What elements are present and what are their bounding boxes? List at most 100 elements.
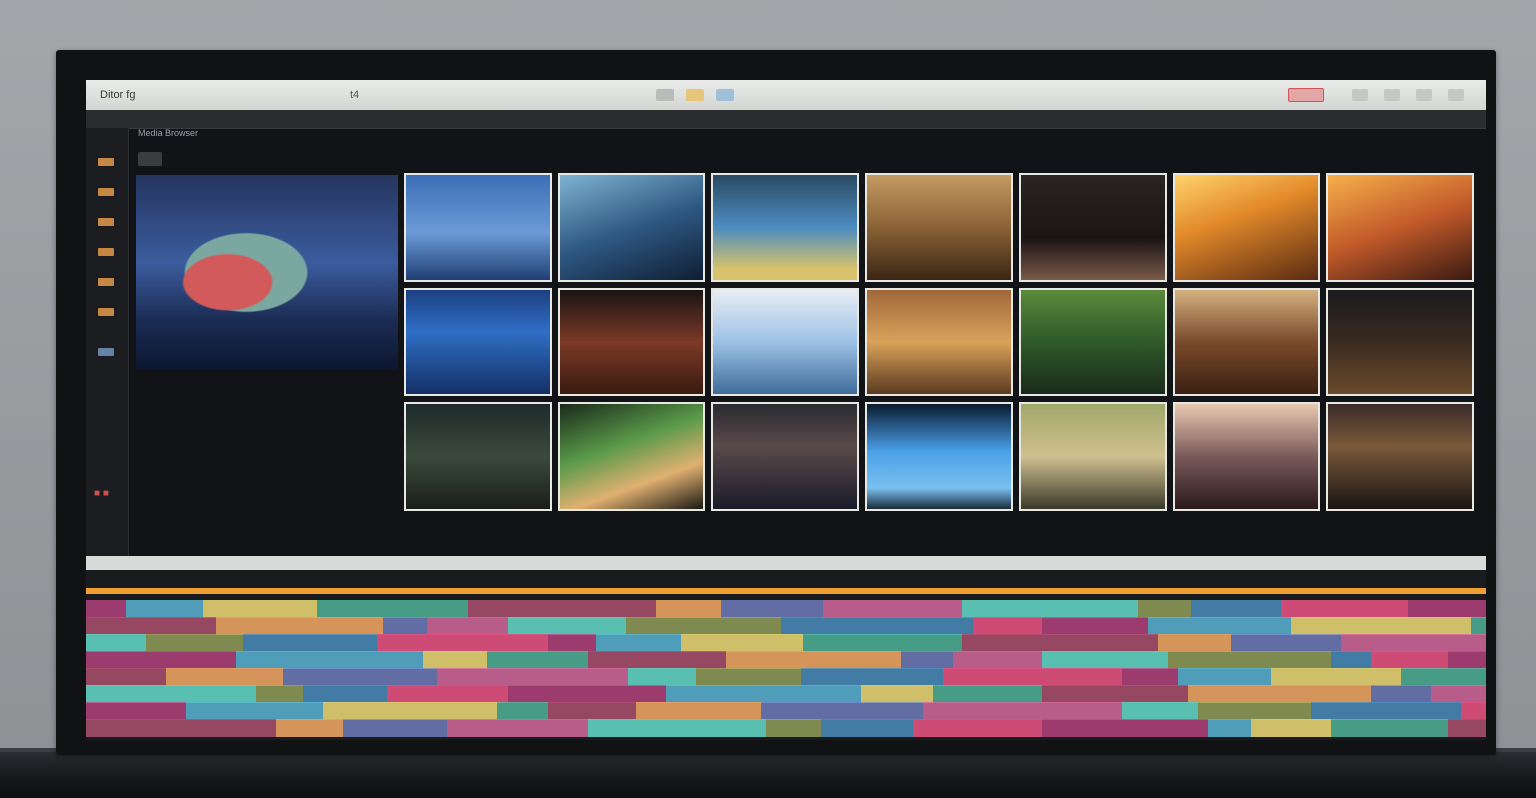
media-thumbnail[interactable] [404,173,552,282]
timeline-ruler[interactable] [86,556,1486,570]
timeline-clip[interactable] [1138,600,1191,618]
timeline-clip[interactable] [236,651,423,669]
timeline-clip[interactable] [1311,702,1461,720]
timeline-clip[interactable] [1251,719,1331,737]
timeline-clip[interactable] [317,600,468,618]
timeline-clip[interactable] [962,600,1138,618]
timeline-clip[interactable] [468,600,656,618]
timeline-clip[interactable] [283,668,437,686]
timeline-clip[interactable] [508,685,666,703]
timeline-clip[interactable] [186,702,323,720]
timeline-clip[interactable] [86,668,166,686]
timeline-clip[interactable] [86,600,126,618]
menu-center-item[interactable]: t4 [350,89,650,101]
timeline-clip[interactable] [766,719,821,737]
timeline-clip[interactable] [1471,617,1486,635]
media-thumbnail[interactable] [1172,287,1321,397]
timeline-clip[interactable] [726,651,901,669]
timeline-clip[interactable] [1271,668,1401,686]
select-tool-icon[interactable] [98,158,114,166]
timeline[interactable] [86,570,1486,740]
media-thumbnail[interactable] [1326,173,1474,282]
timeline-clip[interactable] [166,668,283,686]
timeline-clip[interactable] [1448,719,1486,737]
media-thumbnail[interactable] [711,173,860,282]
timeline-clip[interactable] [1208,719,1251,737]
timeline-track[interactable] [86,651,1486,669]
timeline-clip[interactable] [548,702,636,720]
timeline-clip[interactable] [628,668,696,686]
timeline-clip[interactable] [721,600,823,618]
clip-preview[interactable] [136,175,398,370]
timeline-clip[interactable] [1042,719,1208,737]
timeline-clip[interactable] [823,600,962,618]
timeline-clip[interactable] [1281,600,1408,618]
timeline-clip[interactable] [86,685,256,703]
video-icon[interactable] [716,89,734,101]
timeline-clip[interactable] [1198,702,1311,720]
timeline-clip[interactable] [1401,668,1486,686]
timeline-clip[interactable] [973,617,1042,635]
panel-tab[interactable] [138,152,162,166]
timeline-clip[interactable] [86,651,236,669]
timeline-clip[interactable] [1431,685,1486,703]
media-thumbnail[interactable] [557,287,706,397]
timeline-clip[interactable] [1231,634,1341,652]
timeline-clip[interactable] [343,719,447,737]
timeline-clip[interactable] [86,719,276,737]
timeline-clip[interactable] [1042,651,1168,669]
timeline-clip[interactable] [821,719,913,737]
minimize-icon[interactable] [1352,89,1368,101]
timeline-clip[interactable] [1188,685,1371,703]
timeline-clip[interactable] [377,634,548,652]
timeline-clip[interactable] [243,634,377,652]
timeline-clip[interactable] [803,634,962,652]
media-thumbnail[interactable] [865,287,1013,397]
timeline-track[interactable] [86,685,1486,703]
timeline-clip[interactable] [696,668,801,686]
timeline-clip[interactable] [913,719,1042,737]
media-thumbnail[interactable] [711,287,860,397]
window-icon[interactable] [1416,89,1432,101]
media-thumbnail[interactable] [557,173,706,282]
timeline-track[interactable] [86,668,1486,686]
media-thumbnail[interactable] [557,402,706,511]
timeline-track[interactable] [86,617,1486,635]
timeline-clip[interactable] [1158,634,1231,652]
timeline-clip[interactable] [781,617,973,635]
timeline-clip[interactable] [146,634,243,652]
timeline-clip[interactable] [447,719,588,737]
timeline-clip[interactable] [86,617,216,635]
timeline-clip[interactable] [86,702,186,720]
timeline-clip[interactable] [383,617,427,635]
timeline-clip[interactable] [1408,600,1486,618]
timeline-clip[interactable] [126,600,203,618]
timeline-clip[interactable] [203,600,317,618]
timeline-progress[interactable] [86,588,1486,594]
timeline-clip[interactable] [1371,685,1431,703]
timeline-clip[interactable] [861,685,933,703]
media-thumbnail[interactable] [1326,402,1474,511]
timeline-clip[interactable] [508,617,626,635]
timeline-clip[interactable] [423,651,487,669]
timeline-clip[interactable] [901,651,953,669]
pen-icon[interactable] [656,89,674,101]
timeline-clip[interactable] [1291,617,1471,635]
maximize-icon[interactable] [1384,89,1400,101]
timeline-clip[interactable] [276,719,343,737]
timeline-clip[interactable] [1191,600,1281,618]
timeline-track[interactable] [86,600,1486,618]
media-thumbnail[interactable] [1018,287,1167,397]
zoom-tool-icon[interactable] [98,248,114,256]
timeline-clip[interactable] [427,617,508,635]
timeline-clip[interactable] [1341,634,1486,652]
timeline-clip[interactable] [86,634,146,652]
folder-icon[interactable] [686,89,704,101]
timeline-clip[interactable] [953,651,1042,669]
timeline-clip[interactable] [1168,651,1331,669]
timeline-track[interactable] [86,634,1486,652]
timeline-clip[interactable] [1042,617,1148,635]
timeline-clip[interactable] [681,634,803,652]
timeline-clip[interactable] [933,685,1042,703]
timeline-clip[interactable] [666,685,861,703]
